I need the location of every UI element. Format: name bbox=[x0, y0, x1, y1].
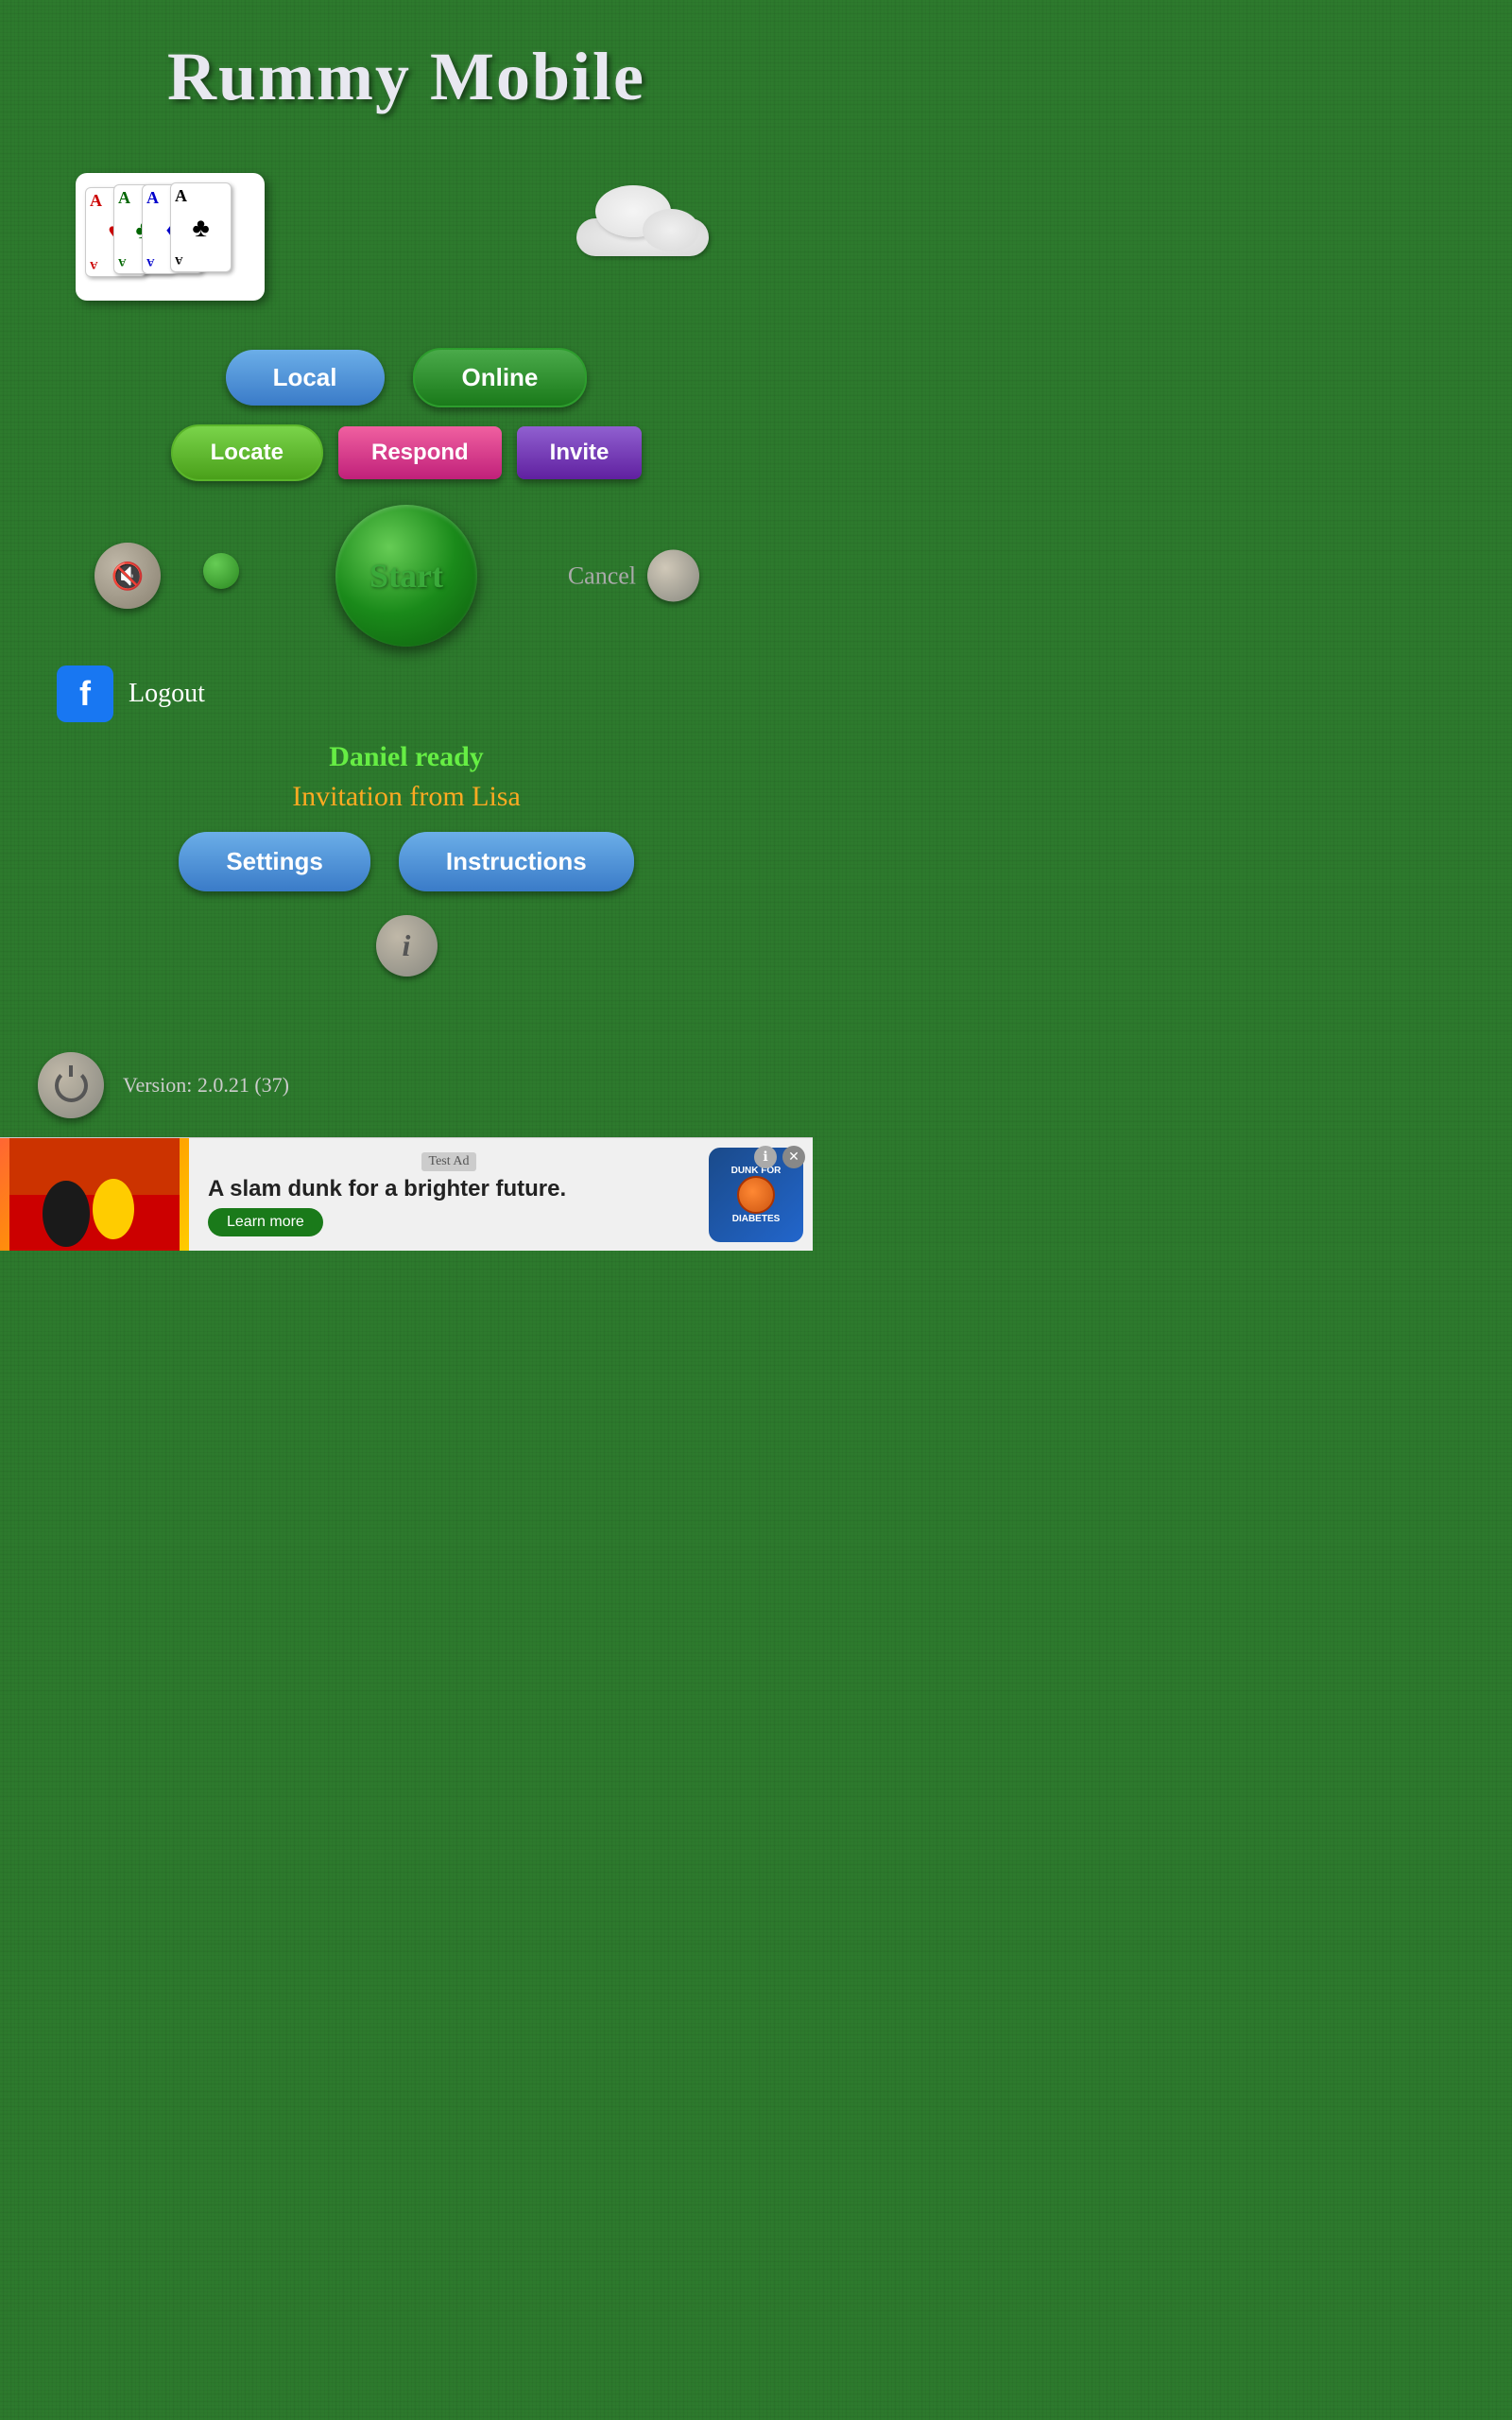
ad-banner: Test Ad A slam dunk for a brighter futur… bbox=[0, 1137, 813, 1251]
app-title-area: Rummy Mobile bbox=[0, 0, 813, 135]
facebook-icon[interactable]: f bbox=[57, 666, 113, 722]
local-button[interactable]: Local bbox=[226, 350, 385, 406]
player-ready-status: Daniel ready bbox=[0, 741, 813, 773]
hero-area: A ♥ A A ♣ A A ♦ A A ♣ A bbox=[0, 154, 813, 320]
card-4-label: A bbox=[175, 187, 227, 204]
card-4: A ♣ A bbox=[170, 182, 232, 272]
ad-badge-top: DUNK FOR bbox=[731, 1166, 782, 1176]
mode-buttons-section: Local Online Locate Respond Invite bbox=[0, 348, 813, 481]
version-area: Version: 2.0.21 (37) bbox=[0, 1024, 813, 1137]
secondary-mode-row: Locate Respond Invite bbox=[171, 424, 643, 481]
bottom-buttons-area: Settings Instructions bbox=[0, 832, 813, 891]
cancel-label: Cancel bbox=[568, 562, 636, 590]
info-button[interactable]: i bbox=[376, 915, 438, 977]
ad-headline: A slam dunk for a brighter future. bbox=[208, 1176, 566, 1202]
locate-button[interactable]: Locate bbox=[171, 424, 323, 481]
start-button[interactable]: Start bbox=[335, 505, 477, 647]
ad-image-svg bbox=[9, 1138, 180, 1252]
invitation-status: Invitation from Lisa bbox=[0, 781, 813, 813]
start-button-label: Start bbox=[369, 556, 443, 596]
settings-button[interactable]: Settings bbox=[179, 832, 370, 891]
logout-button[interactable]: Logout bbox=[129, 679, 205, 709]
power-icon bbox=[55, 1069, 88, 1102]
cancel-button[interactable] bbox=[647, 550, 699, 602]
cloud-decoration bbox=[567, 199, 718, 275]
instructions-button[interactable]: Instructions bbox=[399, 832, 634, 891]
game-controls-area: 🔇 Start Cancel bbox=[0, 500, 813, 651]
invite-button[interactable]: Invite bbox=[517, 426, 643, 479]
card-4-suit: ♣ bbox=[175, 204, 227, 253]
info-icon: i bbox=[403, 928, 411, 963]
card-display: A ♥ A A ♣ A A ♦ A A ♣ A bbox=[76, 173, 265, 301]
player-dot-small bbox=[203, 553, 239, 589]
ad-test-label: Test Ad bbox=[421, 1152, 477, 1171]
ad-close-button[interactable]: ✕ bbox=[782, 1146, 805, 1168]
mute-button[interactable]: 🔇 bbox=[94, 543, 161, 609]
respond-button[interactable]: Respond bbox=[338, 426, 502, 479]
ad-image bbox=[0, 1138, 189, 1252]
cloud-bump bbox=[643, 209, 699, 251]
account-area: f Logout bbox=[0, 656, 813, 732]
status-area: Daniel ready Invitation from Lisa bbox=[0, 741, 813, 813]
cancel-area: Cancel bbox=[568, 550, 699, 602]
online-button[interactable]: Online bbox=[413, 348, 588, 407]
ad-content: Test Ad A slam dunk for a brighter futur… bbox=[189, 1143, 709, 1246]
ad-learn-more-button[interactable]: Learn more bbox=[208, 1208, 323, 1236]
mute-icon: 🔇 bbox=[112, 561, 145, 592]
ad-badge-bottom: DIABETES bbox=[732, 1214, 781, 1224]
version-text: Version: 2.0.21 (37) bbox=[123, 1073, 289, 1098]
basketball-icon bbox=[737, 1176, 775, 1214]
ad-info-icon: ℹ bbox=[754, 1146, 777, 1168]
card-4-bottom: A bbox=[175, 253, 227, 268]
power-button[interactable] bbox=[38, 1052, 104, 1118]
info-area: i bbox=[0, 915, 813, 977]
app-title: Rummy Mobile bbox=[0, 38, 813, 116]
primary-mode-row: Local Online bbox=[226, 348, 588, 407]
